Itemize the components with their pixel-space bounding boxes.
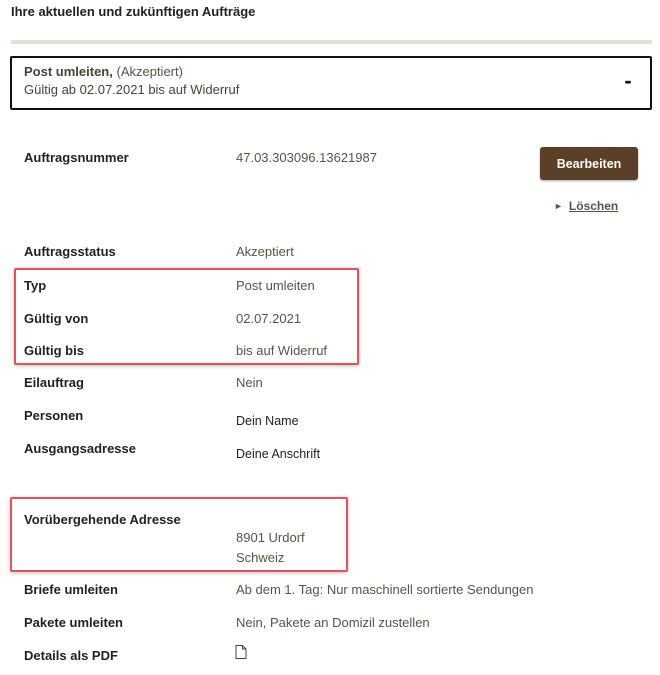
status-value: Akzeptiert — [236, 244, 294, 259]
order-validity: Gültig ab 02.07.2021 bis auf Widerruf — [24, 82, 240, 97]
order-number-value: 47.03.303096.13621987 — [236, 150, 377, 165]
page-title: Ihre aktuellen und zukünftigen Aufträge — [11, 4, 256, 19]
express-label: Eilauftrag — [24, 375, 84, 390]
edit-button[interactable]: Bearbeiten — [540, 147, 638, 180]
highlight-box-temp-address — [10, 497, 348, 572]
delete-link-label: Löschen — [568, 199, 619, 213]
order-summary-panel[interactable]: Post umleiten, (Akzeptiert) Gültig ab 02… — [10, 56, 652, 110]
pdf-label: Details als PDF — [24, 648, 118, 663]
highlight-box-validity — [14, 268, 359, 365]
persons-label: Personen — [24, 408, 84, 423]
order-summary-heading: Post umleiten, (Akzeptiert) — [24, 63, 183, 81]
triangle-right-icon: ► — [554, 201, 563, 211]
document-icon[interactable] — [235, 645, 247, 659]
express-value: Nein — [236, 375, 263, 390]
parcels-value: Nein, Pakete an Domizil zustellen — [236, 615, 430, 630]
collapse-button[interactable]: - — [620, 68, 636, 94]
order-number-label: Auftragsnummer — [24, 150, 129, 165]
letters-value: Ab dem 1. Tag: Nur maschinell sortierte … — [236, 582, 534, 597]
order-type-title: Post umleiten, — [24, 64, 113, 79]
parcels-label: Pakete umleiten — [24, 615, 123, 630]
letters-label: Briefe umleiten — [24, 582, 118, 597]
origin-address-value: Deine Anschrift — [236, 447, 321, 461]
section-divider — [11, 40, 652, 44]
order-status-inline: (Akzeptiert) — [116, 64, 183, 79]
delete-link[interactable]: ► Löschen — [554, 199, 618, 213]
origin-address-label: Ausgangsadresse — [24, 441, 136, 456]
persons-value: Dein Name — [236, 414, 299, 428]
status-label: Auftragsstatus — [24, 244, 116, 259]
